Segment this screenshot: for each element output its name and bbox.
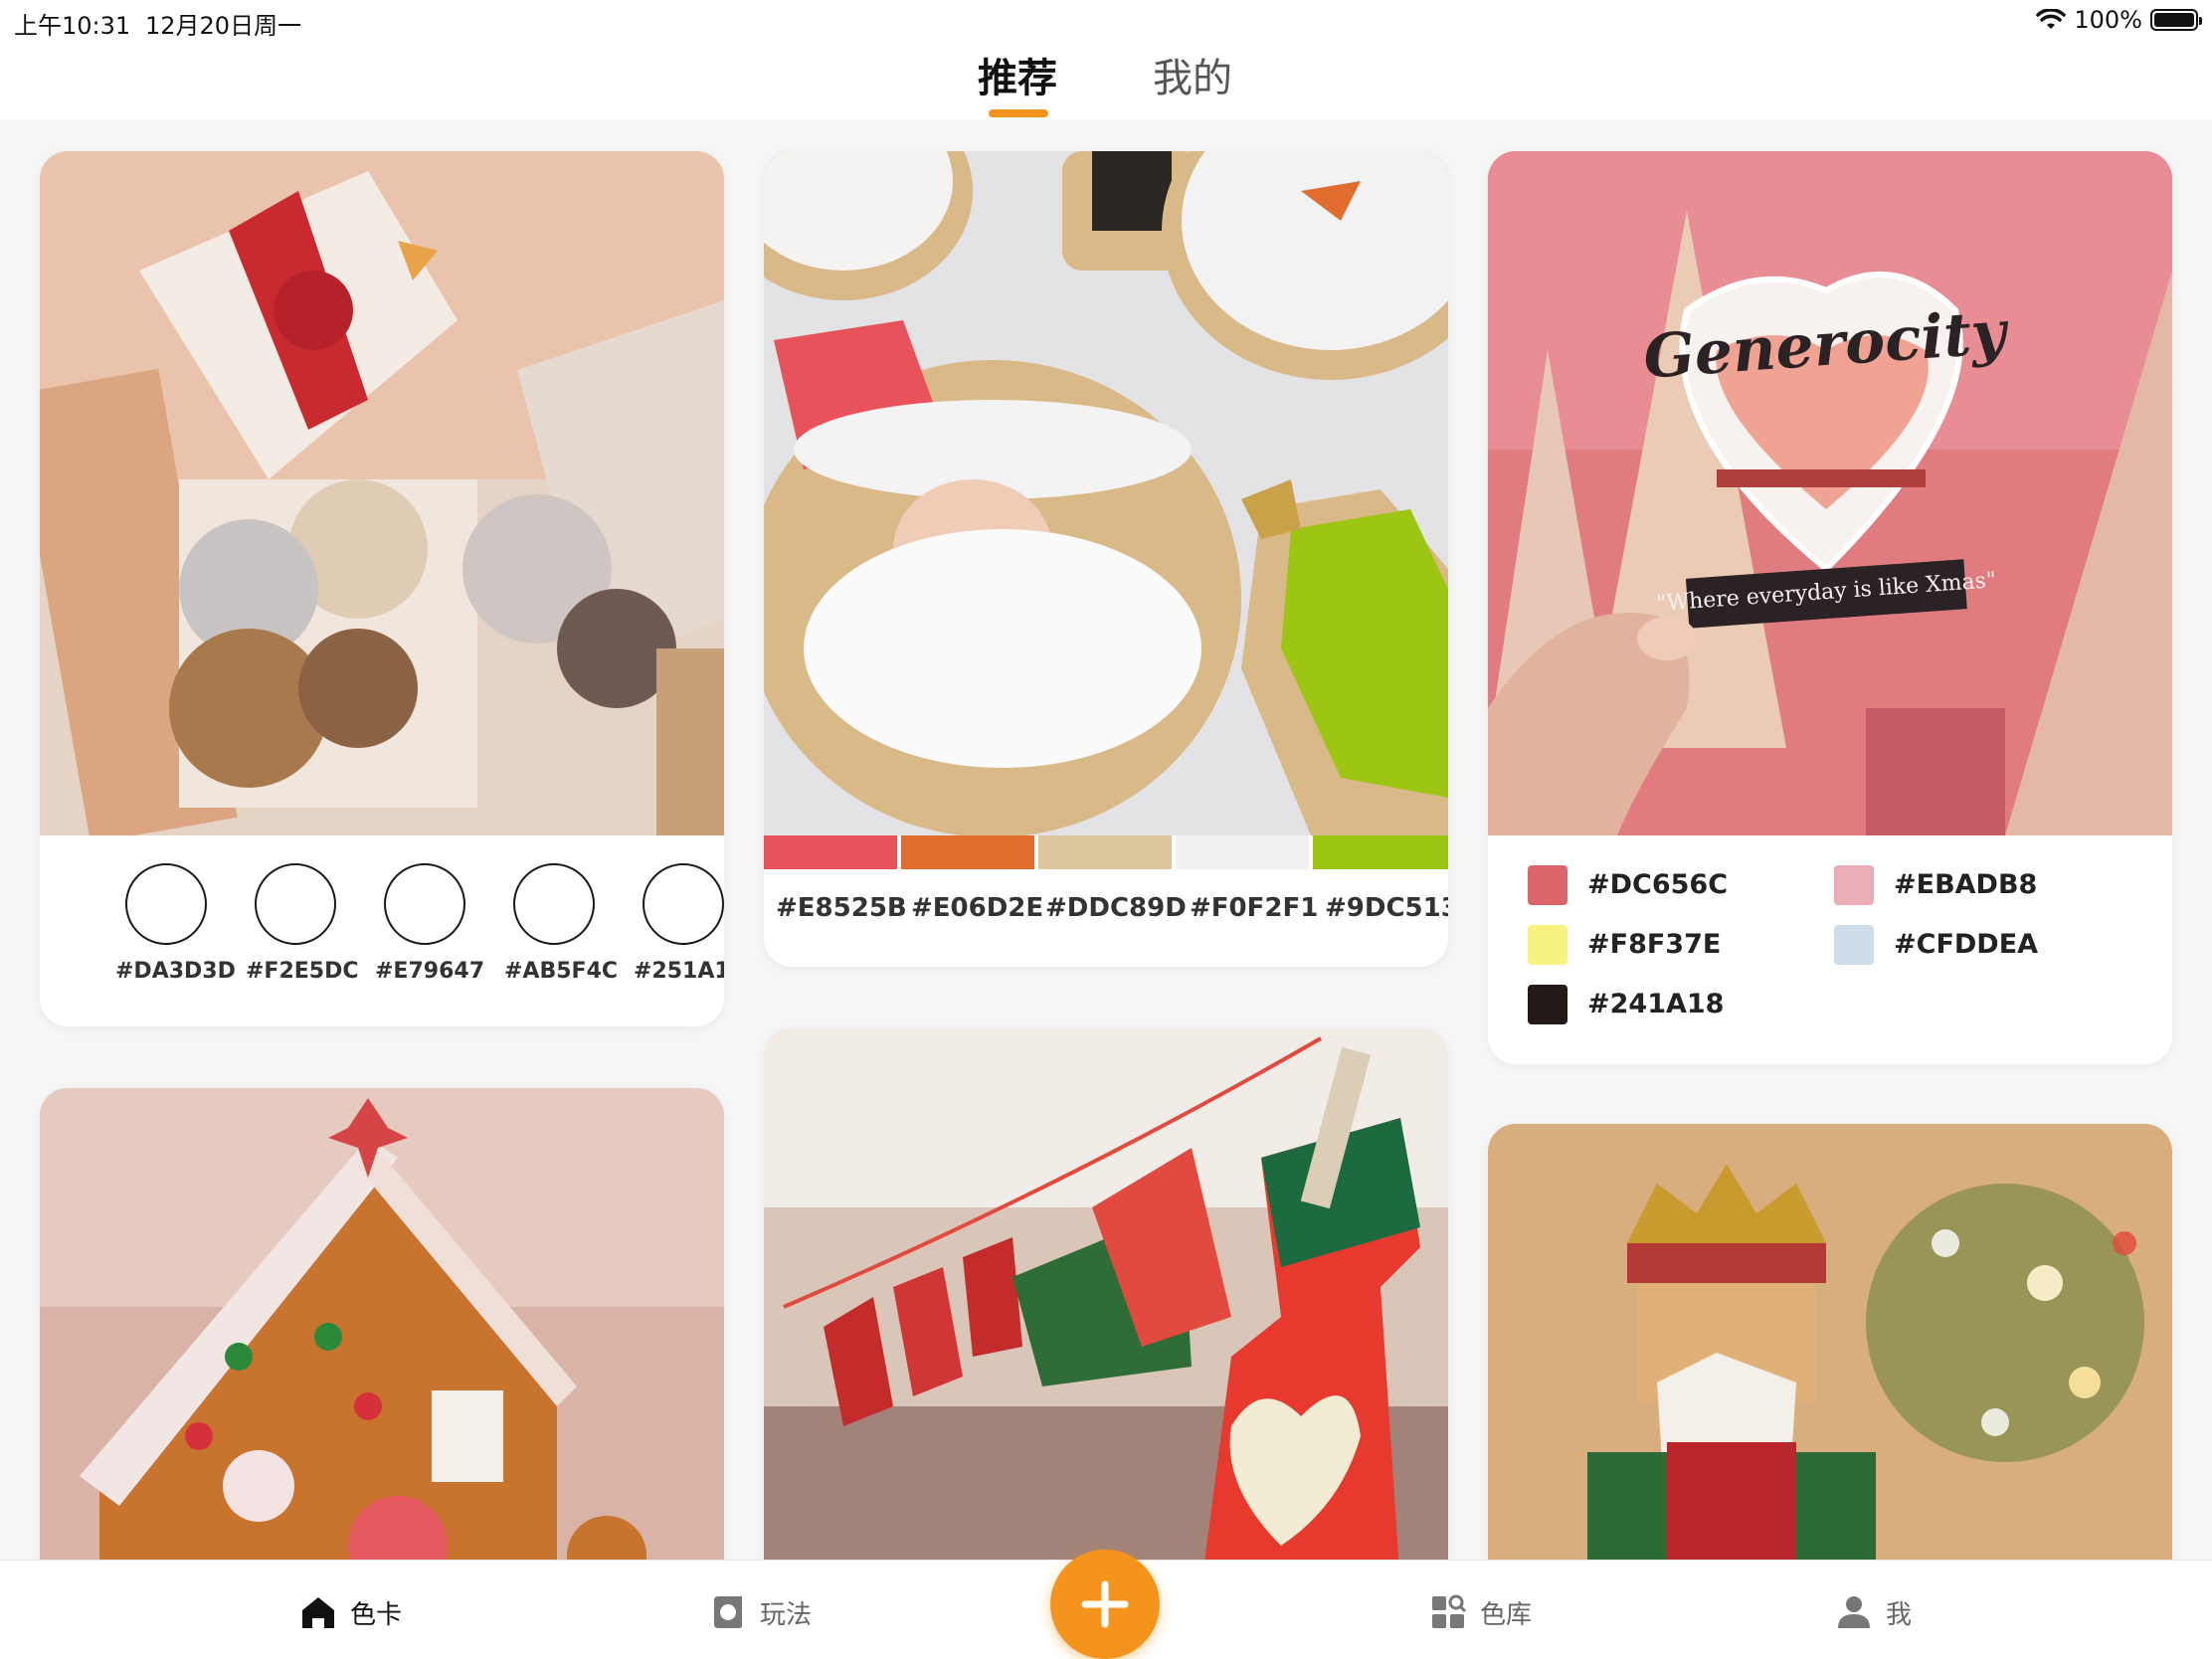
color-code: #9DC513 [1325,893,1448,923]
status-date: 12月20日周一 [145,12,302,40]
card-photo [764,151,1448,835]
color-swatch[interactable] [513,863,595,945]
nav-item-color-library[interactable]: 色库 [1428,1592,1532,1632]
plus-icon [1081,1580,1129,1628]
color-code: #AB5F4C [504,959,619,984]
palette-card[interactable] [40,1088,724,1585]
card-photo [1488,1124,2172,1585]
color-code: #F8F37E [1587,929,1722,960]
add-button[interactable] [1050,1550,1160,1659]
color-swatch[interactable] [764,835,897,869]
nav-label: 玩法 [760,1599,813,1630]
color-swatch[interactable] [1834,925,1874,965]
color-swatch[interactable] [643,863,724,945]
nav-label: 色库 [1480,1599,1533,1630]
nutcracker-photo [1488,1124,2172,1585]
card-photo [40,1088,724,1585]
nav-item-color-cards[interactable]: 色卡 [298,1592,402,1632]
color-code: #E8525B [776,893,907,923]
sticker-photo: "Where everyday is like Xmas" Generocity [1488,151,2172,835]
status-bar: 上午10:31 12月20日周一 100% [0,0,2212,40]
color-swatch[interactable] [1528,985,1567,1024]
color-code: #DDC89D [1045,893,1187,923]
palette-card[interactable]: "Where everyday is like Xmas" Generocity… [1488,151,2172,1064]
card-photo [764,1028,1448,1585]
grid-search-icon [1432,1594,1467,1628]
card-photo: "Where everyday is like Xmas" Generocity [1488,151,2172,835]
color-swatch[interactable] [255,863,336,945]
cookies-photo [764,151,1448,835]
color-code: #CFDDEA [1894,929,2039,960]
color-swatch[interactable] [1038,835,1172,869]
color-swatch[interactable] [1528,865,1567,905]
battery-percent: 100% [2074,6,2142,34]
nav-item-play[interactable]: 玩法 [708,1592,812,1632]
gift-box-photo [40,151,724,835]
color-swatch[interactable] [901,835,1034,869]
battery-icon [2150,9,2202,31]
play-icon [714,1596,742,1628]
status-indicators: 100% [2036,6,2202,34]
wifi-icon [2036,9,2067,29]
color-code: #EBADB8 [1894,869,2038,900]
color-code: #E79647 [375,959,484,984]
nav-item-me[interactable]: 我 [1834,1592,1912,1632]
color-swatch[interactable] [1313,835,1448,869]
gingerbread-photo [40,1088,724,1585]
color-code: #F0F2F1 [1190,893,1319,923]
top-tab-bar: 推荐 我的 [0,40,2212,119]
color-code: #251A1 [634,959,724,984]
color-swatch[interactable] [1528,925,1567,965]
card-photo [40,151,724,835]
tab-mine[interactable]: 我的 [1153,46,1232,103]
palette-card[interactable] [1488,1124,2172,1585]
nav-label: 色卡 [350,1599,403,1630]
palette-card[interactable]: #DA3D3D #F2E5DC #E79647 #AB5F4C #251A1 [40,151,724,1026]
color-swatch[interactable] [1176,835,1309,869]
status-time: 上午10:31 [14,12,131,40]
color-swatch[interactable] [1834,865,1874,905]
nav-label: 我 [1886,1599,1913,1630]
color-swatch[interactable] [384,863,465,945]
palette-card[interactable]: #E8525B #E06D2E #DDC89D #F0F2F1 #9DC513 [764,151,1448,967]
palette-card[interactable] [764,1028,1448,1585]
active-tab-indicator [989,109,1048,117]
color-code: #DA3D3D [115,959,236,984]
tab-recommended[interactable]: 推荐 [978,46,1057,103]
color-code: #241A18 [1587,989,1725,1019]
stockings-photo [764,1028,1448,1585]
color-code: #E06D2E [911,893,1044,923]
color-code: #DC656C [1587,869,1729,900]
home-icon [302,1597,334,1628]
color-code: #F2E5DC [246,959,359,984]
user-icon [1838,1596,1870,1628]
color-swatch[interactable] [125,863,207,945]
